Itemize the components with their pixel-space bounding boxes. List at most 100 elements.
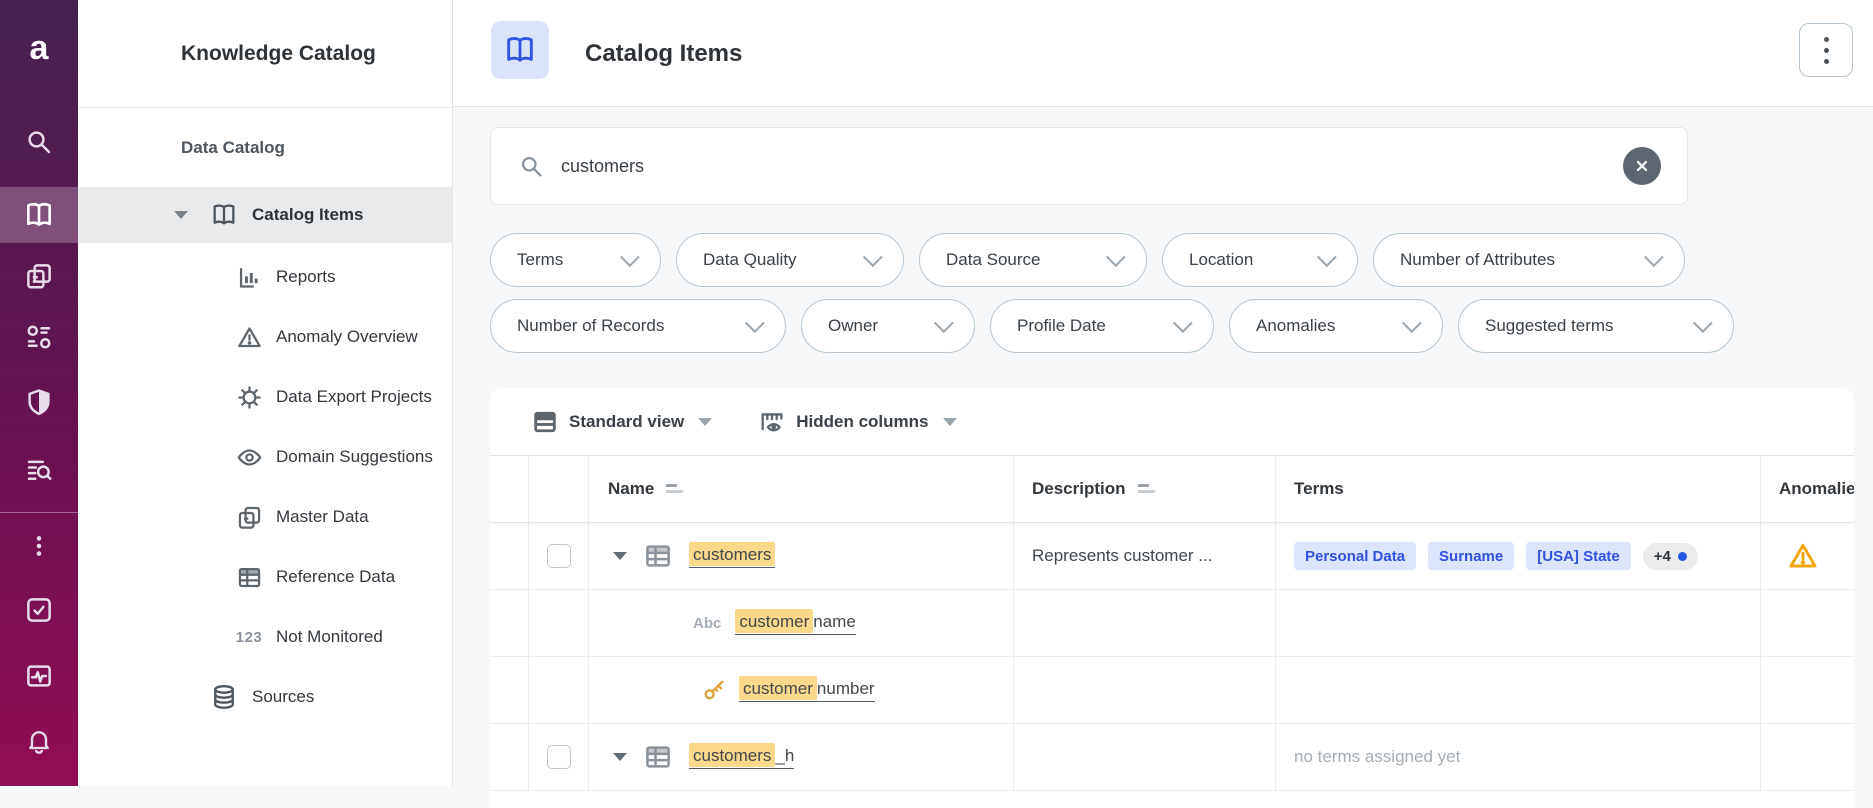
sidebar-item-data-export-projects[interactable]: Data Export Projects <box>78 367 453 427</box>
row-drag-spacer <box>490 523 529 590</box>
sidebar-item-sources[interactable]: Sources <box>78 667 453 727</box>
filter-owner[interactable]: Owner <box>801 299 975 353</box>
row-checkbox[interactable] <box>547 745 571 769</box>
tasks-check-icon <box>24 595 54 625</box>
row-name-cell: customernumber <box>589 657 1014 724</box>
rail-monitoring[interactable] <box>0 651 78 701</box>
rail-profiling[interactable] <box>0 445 78 495</box>
org-grid-icon <box>24 322 54 352</box>
search-icon <box>518 153 545 180</box>
term-chip[interactable]: Surname <box>1428 542 1514 570</box>
rail-catalog-active[interactable] <box>0 187 78 243</box>
row-description-cell: Represents customer ... <box>1014 523 1276 590</box>
term-chip[interactable]: [USA] State <box>1526 542 1631 570</box>
filter-anomalies[interactable]: Anomalies <box>1229 299 1443 353</box>
filter-number-of-records[interactable]: Number of Records <box>490 299 786 353</box>
hidden-columns-label: Hidden columns <box>796 412 928 432</box>
filter-location[interactable]: Location <box>1162 233 1358 287</box>
column-header-description[interactable]: Description <box>1014 455 1276 523</box>
sidebar-item-not-monitored[interactable]: 123 Not Monitored <box>78 607 453 667</box>
sidebar-item-label: Data Export Projects <box>276 387 432 407</box>
row-name-cell: customers_h <box>589 724 1014 791</box>
row-description-cell <box>1014 724 1276 791</box>
numbers-123-icon: 123 <box>234 622 264 652</box>
filter-data-quality[interactable]: Data Quality <box>676 233 904 287</box>
attribute-link[interactable]: customernumber <box>739 679 875 702</box>
rail-more[interactable] <box>0 521 78 571</box>
row-description-cell <box>1014 590 1276 657</box>
rail-organization[interactable] <box>0 312 78 362</box>
catalog-item-link[interactable]: customers <box>689 545 775 568</box>
column-header-anomalies[interactable]: Anomalies <box>1761 455 1854 523</box>
row-anomaly-cell <box>1761 724 1854 791</box>
row-drag-spacer <box>490 657 529 724</box>
column-header-terms[interactable]: Terms <box>1276 455 1761 523</box>
copy-documents-icon <box>234 502 264 532</box>
open-book-icon <box>503 33 537 67</box>
sidebar-item-reference-data[interactable]: Reference Data <box>78 547 453 607</box>
anomaly-warning-icon[interactable] <box>1787 540 1819 572</box>
rail-search[interactable] <box>0 117 78 167</box>
expander-caret-icon[interactable] <box>613 552 627 560</box>
sidebar-item-master-data[interactable]: Master Data <box>78 487 453 547</box>
sidebar-item-label: Sources <box>252 687 314 707</box>
filter-terms[interactable]: Terms <box>490 233 661 287</box>
open-book-icon <box>209 200 239 230</box>
row-description-cell <box>1014 657 1276 724</box>
column-header-name[interactable]: Name <box>589 455 1014 523</box>
chevron-down-icon <box>1693 313 1713 333</box>
rail-tasks[interactable] <box>0 585 78 635</box>
attribute-link[interactable]: customername <box>735 612 855 635</box>
sidebar-item-label: Catalog Items <box>252 205 363 225</box>
row-terms-cell: Personal Data Surname [USA] State +4 <box>1276 523 1761 590</box>
search-box <box>490 127 1688 205</box>
view-selector-label: Standard view <box>569 412 684 432</box>
open-book-icon <box>23 199 55 231</box>
caret-down-icon <box>943 418 957 426</box>
app-logo[interactable]: a <box>0 23 78 73</box>
gear-icon <box>234 382 264 412</box>
sidebar-item-catalog-items[interactable]: Catalog Items <box>78 187 453 243</box>
expander-caret-icon[interactable] <box>613 753 627 761</box>
filter-profile-date[interactable]: Profile Date <box>990 299 1214 353</box>
profiling-search-icon <box>24 455 54 485</box>
notifications-bell-icon <box>25 727 53 755</box>
sidebar-item-domain-suggestions[interactable]: Domain Suggestions <box>78 427 453 487</box>
hidden-columns-selector[interactable]: Hidden columns <box>758 408 956 436</box>
sort-icon[interactable] <box>666 484 684 494</box>
rail-documents[interactable] <box>0 251 78 301</box>
filter-row-2: Number of Records Owner Profile Date Ano… <box>490 299 1873 353</box>
sidebar-section-label: Data Catalog <box>181 128 285 168</box>
row-checkbox-cell <box>529 657 589 724</box>
caret-down-icon[interactable] <box>174 211 188 219</box>
catalog-item-link[interactable]: customers_h <box>689 746 794 769</box>
more-kebab-icon <box>26 533 52 559</box>
x-icon <box>1634 158 1650 174</box>
row-terms-cell <box>1276 657 1761 724</box>
rail-governance[interactable] <box>0 377 78 427</box>
sort-icon[interactable] <box>1138 484 1156 494</box>
warning-triangle-icon <box>234 322 264 352</box>
table-grid-icon <box>234 562 264 592</box>
chevron-down-icon <box>1644 247 1664 267</box>
row-terms-cell: no terms assigned yet <box>1276 724 1761 791</box>
filter-data-source[interactable]: Data Source <box>919 233 1147 287</box>
clear-search-button[interactable] <box>1623 147 1661 185</box>
content: Terms Data Quality Data Source Location … <box>453 107 1873 786</box>
rail-notifications[interactable] <box>0 716 78 766</box>
chevron-down-icon <box>934 313 954 333</box>
filter-number-of-attributes[interactable]: Number of Attributes <box>1373 233 1685 287</box>
sidebar-item-anomaly-overview[interactable]: Anomaly Overview <box>78 307 453 367</box>
search-match-highlight: customer <box>739 676 817 700</box>
filter-row-1: Terms Data Quality Data Source Location … <box>490 233 1873 287</box>
filter-suggested-terms[interactable]: Suggested terms <box>1458 299 1734 353</box>
view-selector[interactable]: Standard view <box>531 408 712 436</box>
row-checkbox[interactable] <box>547 544 571 568</box>
row-checkbox-cell <box>529 724 589 791</box>
term-chip[interactable]: Personal Data <box>1294 542 1416 570</box>
row-anomaly-cell <box>1761 657 1854 724</box>
sidebar-item-reports[interactable]: Reports <box>78 247 453 307</box>
more-terms-chip[interactable]: +4 <box>1643 543 1698 570</box>
search-input[interactable] <box>561 156 1687 177</box>
page-menu-button[interactable] <box>1799 23 1853 77</box>
